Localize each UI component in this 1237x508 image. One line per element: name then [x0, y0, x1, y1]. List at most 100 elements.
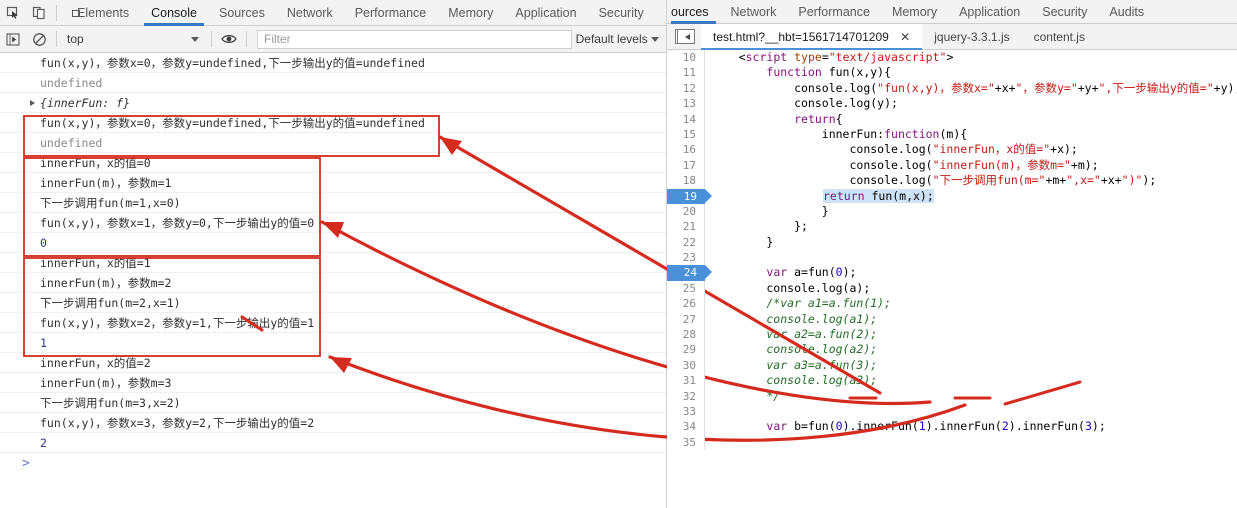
code-line[interactable]: 32 */ [667, 388, 1237, 404]
code-line-text: console.log(a2); [711, 342, 878, 357]
line-number[interactable]: 34 [667, 419, 705, 435]
tab-audits-right[interactable]: Audits [1098, 0, 1155, 24]
expand-triangle-icon[interactable] [30, 100, 35, 106]
tab-application-right[interactable]: Application [948, 0, 1031, 24]
line-number[interactable]: 19 [667, 188, 712, 204]
line-number[interactable]: 11 [667, 65, 705, 81]
console-message: innerFun，x的值=2 [0, 353, 666, 373]
code-line[interactable]: 15 innerFun:function(m){ [667, 126, 1237, 143]
code-line[interactable]: 27 console.log(a1); [667, 311, 1237, 328]
code-line[interactable]: 28 var a2=a.fun(2); [667, 327, 1237, 343]
line-number[interactable]: 29 [667, 342, 705, 358]
line-number[interactable]: 23 [667, 250, 705, 266]
execution-context-icon[interactable] [0, 27, 26, 51]
code-line[interactable]: 11 function fun(x,y){ [667, 65, 1237, 81]
code-line-text: console.log("下一步调用fun(m="+m+",x="+x+")")… [711, 173, 1157, 188]
close-icon[interactable]: ✕ [900, 30, 910, 44]
console-message: undefined [0, 73, 666, 93]
line-number[interactable]: 30 [667, 357, 705, 374]
line-number[interactable]: 12 [667, 80, 705, 97]
tab-security-right[interactable]: Security [1031, 0, 1098, 24]
line-number[interactable]: 27 [667, 311, 705, 328]
tab-application[interactable]: Application [504, 0, 587, 26]
elements-box-icon [72, 9, 80, 17]
file-tab-jquery[interactable]: jquery-3.3.1.js [922, 24, 1021, 50]
tab-security[interactable]: Security [588, 0, 655, 26]
line-number[interactable]: 10 [667, 50, 705, 66]
line-number[interactable]: 15 [667, 126, 705, 143]
code-line[interactable]: 14 return{ [667, 111, 1237, 127]
code-line[interactable]: 26 /*var a1=a.fun(1); [667, 296, 1237, 312]
line-number[interactable]: 31 [667, 373, 705, 389]
code-line[interactable]: 12 console.log("fun(x,y)，参数x="+x+"，参数y="… [667, 80, 1237, 97]
code-line-text: return fun(m,x); [823, 188, 934, 203]
code-line[interactable]: 35 [667, 434, 1237, 451]
code-line[interactable]: 33 [667, 403, 1237, 420]
code-line-text: console.log("fun(x,y)，参数x="+x+"，参数y="+y+… [711, 80, 1237, 95]
console-prompt[interactable]: > [0, 453, 666, 475]
clear-console-icon[interactable] [26, 27, 52, 51]
file-tab-jquery-label: jquery-3.3.1.js [934, 29, 1010, 44]
device-toolbar-icon[interactable] [26, 1, 52, 25]
code-line-breakpoint[interactable]: 19 return fun(m,x); [667, 188, 1237, 204]
console-message-text: innerFun，x的值=0 [40, 156, 151, 170]
tab-performance[interactable]: Performance [344, 0, 438, 26]
line-number[interactable]: 33 [667, 403, 705, 420]
code-line[interactable]: 21 }; [667, 219, 1237, 235]
inspect-element-icon[interactable] [0, 1, 26, 25]
code-line-text: <script type="text/javascript"> [711, 50, 954, 64]
tab-memory[interactable]: Memory [437, 0, 504, 26]
line-number[interactable]: 25 [667, 280, 705, 297]
tab-memory-right[interactable]: Memory [881, 0, 948, 24]
code-line[interactable]: 10 <script type="text/javascript"> [667, 50, 1237, 66]
code-editor[interactable]: 10 <script type="text/javascript"> 11 fun… [667, 50, 1237, 508]
log-levels-dropdown[interactable]: Default levels [576, 32, 666, 46]
line-number[interactable]: 17 [667, 157, 705, 174]
line-number[interactable]: 16 [667, 142, 705, 158]
tab-network[interactable]: Network [276, 0, 344, 26]
line-number[interactable]: 24 [667, 265, 712, 281]
code-line[interactable]: 13 console.log(y); [667, 96, 1237, 112]
line-number[interactable]: 21 [667, 219, 705, 235]
filter-input[interactable]: Filter [257, 29, 572, 49]
code-line[interactable]: 18 console.log("下一步调用fun(m="+m+",x="+x+"… [667, 173, 1237, 189]
tab-elements[interactable]: Elements [61, 0, 140, 26]
code-line[interactable]: 25 console.log(a); [667, 280, 1237, 297]
code-line-breakpoint[interactable]: 24 var a=fun(0); [667, 265, 1237, 281]
code-line[interactable]: 23 [667, 250, 1237, 266]
tab-sources[interactable]: Sources [208, 0, 276, 26]
file-tab-content-js[interactable]: content.js [1022, 24, 1097, 50]
line-number[interactable]: 14 [667, 111, 705, 127]
code-line[interactable]: 16 console.log("innerFun，x的值="+x); [667, 142, 1237, 158]
file-tab-test-html[interactable]: test.html?__hbt=1561714701209 ✕ [701, 23, 923, 50]
code-line[interactable]: 34 var b=fun(0).innerFun(1).innerFun(2).… [667, 419, 1237, 435]
console-sidebar-eye-icon[interactable] [216, 27, 242, 51]
line-number[interactable]: 18 [667, 173, 705, 189]
tab-sources-right[interactable]: ources [667, 0, 720, 24]
line-number[interactable]: 20 [667, 203, 705, 220]
code-line[interactable]: 31 console.log(a3); [667, 373, 1237, 389]
tab-performance-right[interactable]: Performance [787, 0, 881, 24]
code-line[interactable]: 22 } [667, 234, 1237, 251]
console-message-text: innerFun(m)，参数m=3 [40, 376, 172, 390]
show-navigator-icon[interactable] [675, 29, 695, 44]
line-number[interactable]: 22 [667, 234, 705, 251]
code-line[interactable]: 30 var a3=a.fun(3); [667, 357, 1237, 374]
line-number[interactable]: 32 [667, 388, 705, 404]
line-number[interactable]: 26 [667, 296, 705, 312]
code-line[interactable]: 17 console.log("innerFun(m)，参数m="+m); [667, 157, 1237, 174]
line-number[interactable]: 13 [667, 96, 705, 112]
line-number[interactable]: 35 [667, 434, 705, 451]
code-line[interactable]: 29 console.log(a2); [667, 342, 1237, 358]
console-message: 2 [0, 433, 666, 453]
chevron-down-icon[interactable] [191, 36, 199, 42]
tab-network-right[interactable]: Network [720, 0, 788, 24]
console-message-text: undefined [40, 76, 103, 90]
console-message-list[interactable]: fun(x,y)，参数x=0，参数y=undefined,下一步输出y的值=un… [0, 53, 666, 508]
line-number[interactable]: 28 [667, 327, 705, 343]
execution-context-select[interactable]: top [61, 32, 191, 46]
code-line[interactable]: 20 } [667, 203, 1237, 220]
code-line-text: var a3=a.fun(3); [711, 357, 878, 372]
tab-console[interactable]: Console [140, 0, 208, 26]
